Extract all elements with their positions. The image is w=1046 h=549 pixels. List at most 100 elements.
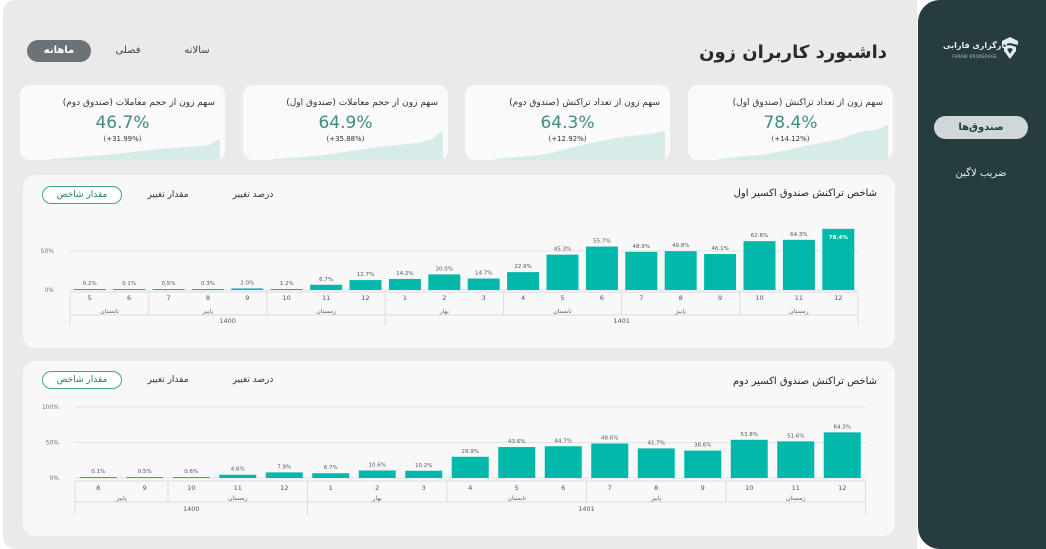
chart-card-fund-2: شاخص تراکنش صندوق اکسیر دوم مقدار شاخص م…	[23, 361, 895, 536]
season-label: پاییز	[650, 495, 662, 502]
season-label: تابستان	[553, 308, 572, 315]
logo-text: کارگزاری فارابی	[943, 41, 1010, 50]
bar	[191, 289, 224, 290]
year-label: 1400	[183, 505, 200, 513]
data-label: 14.7%	[475, 271, 492, 277]
data-label: 0.5%	[138, 469, 152, 475]
data-label: 44.7%	[555, 438, 572, 444]
kpi-title: سهم زون از تعداد تراکنش (صندوق اول)	[732, 98, 883, 108]
bar	[777, 441, 815, 478]
logo-mark-icon	[1002, 37, 1018, 59]
x-tick-label: 5	[560, 294, 564, 302]
x-tick-label: 4	[521, 294, 525, 302]
period-quarterly-button[interactable]: فصلی	[103, 40, 153, 62]
season-label: زمستان	[316, 308, 336, 315]
season-label: زمستان	[789, 308, 809, 315]
data-label: 10.2%	[415, 463, 432, 469]
data-label: 1.2%	[280, 281, 294, 287]
bar	[428, 274, 461, 290]
x-tick-label: 11	[795, 294, 803, 302]
sidebar-item-funds[interactable]: صندوق‌ها	[934, 116, 1028, 139]
sidebar-item-login-ratio[interactable]: ضریب لاگین	[934, 162, 1028, 185]
bar	[507, 272, 540, 290]
data-label: 0.2%	[83, 281, 97, 287]
data-label: 51.6%	[787, 433, 804, 439]
bar	[544, 446, 582, 478]
x-tick-label: 9	[718, 294, 722, 302]
x-tick-label: 12	[280, 484, 288, 492]
bar	[546, 254, 579, 290]
data-label: 0.1%	[91, 469, 105, 475]
x-tick-label: 10	[745, 484, 753, 492]
data-label: 12.7%	[357, 272, 374, 278]
period-monthly-button[interactable]: ماهانه	[27, 40, 91, 62]
bar	[388, 278, 421, 290]
data-label: 6.7%	[324, 465, 338, 471]
kpi-card: سهم زون از حجم معاملات (صندوق دوم) 46.7%…	[20, 85, 225, 160]
data-label: 78.4%	[829, 235, 849, 241]
bar	[451, 456, 489, 478]
data-label: 55.7%	[593, 239, 610, 245]
data-label: 7.9%	[277, 464, 291, 470]
bar	[823, 432, 861, 478]
data-label: 0.1%	[122, 281, 136, 287]
bar	[585, 246, 618, 290]
x-tick-label: 3	[422, 484, 426, 492]
bar	[79, 477, 117, 478]
logo: کارگزاری فارابی FARABI BROKERAGE	[943, 35, 1023, 71]
logo-subtitle: FARABI BROKERAGE	[952, 54, 997, 59]
data-label: 62.6%	[751, 233, 768, 239]
x-tick-label: 3	[482, 294, 486, 302]
season-label: تابستان	[507, 495, 526, 502]
x-tick-label: 8	[206, 294, 210, 302]
x-tick-label: 10	[187, 484, 195, 492]
x-tick-label: 5	[515, 484, 519, 492]
bar	[231, 288, 264, 290]
data-label: 0.3%	[201, 281, 215, 287]
data-label: 64.3%	[834, 424, 851, 430]
data-label: 20.0%	[436, 266, 453, 272]
data-label: 49.8%	[672, 243, 689, 249]
x-tick-label: 9	[143, 484, 147, 492]
bar	[270, 289, 303, 290]
bar	[684, 450, 722, 478]
data-label: 6.7%	[319, 277, 333, 283]
x-tick-label: 10	[755, 294, 763, 302]
x-tick-label: 2	[375, 484, 379, 492]
data-label: 0.5%	[162, 281, 176, 287]
bar	[743, 241, 776, 290]
x-tick-label: 12	[361, 294, 369, 302]
data-label: 48.9%	[633, 244, 650, 250]
x-tick-label: 9	[245, 294, 249, 302]
period-selector: ماهانه فصلی سالانه	[27, 40, 227, 62]
year-label: 1401	[613, 317, 630, 325]
bar	[498, 447, 536, 478]
bar	[113, 289, 146, 290]
x-tick-label: 1	[403, 294, 407, 302]
kpi-value: 46.7%	[95, 113, 150, 133]
bar-chart-fund-1: 0% 50% 0.2% 5 0.1% 6 0.5% 7 0.3% 8 2.0% 9 1.2% 10 6.7%…	[41, 228, 859, 326]
data-label: 14.2%	[396, 271, 413, 277]
x-tick-label: 6	[561, 484, 565, 492]
period-yearly-button[interactable]: سالانه	[167, 40, 227, 62]
kpi-title: سهم زون از تعداد تراکنش (صندوق دوم)	[509, 98, 660, 108]
data-label: 43.6%	[508, 439, 525, 445]
kpi-value: 64.9%	[318, 113, 373, 133]
season-label: بهار	[439, 308, 449, 315]
bar	[704, 254, 737, 290]
bar	[172, 477, 210, 478]
bar	[782, 239, 815, 290]
y-tick-label: 100%	[42, 404, 59, 411]
kpi-change: (+35.88%)	[326, 135, 365, 143]
data-label: 10.6%	[369, 462, 386, 468]
data-label: 2.0%	[240, 280, 254, 286]
x-tick-label: 12	[838, 484, 846, 492]
y-tick-label: 0%	[49, 475, 59, 482]
bar	[312, 473, 350, 478]
data-label: 41.7%	[648, 440, 665, 446]
kpi-card: سهم زون از تعداد تراکنش (صندوق دوم) 64.3…	[465, 85, 670, 160]
x-tick-label: 7	[166, 294, 170, 302]
kpi-card: سهم زون از تعداد تراکنش (صندوق اول) 78.4…	[688, 85, 893, 160]
x-tick-label: 5	[88, 294, 92, 302]
bar	[349, 280, 382, 290]
